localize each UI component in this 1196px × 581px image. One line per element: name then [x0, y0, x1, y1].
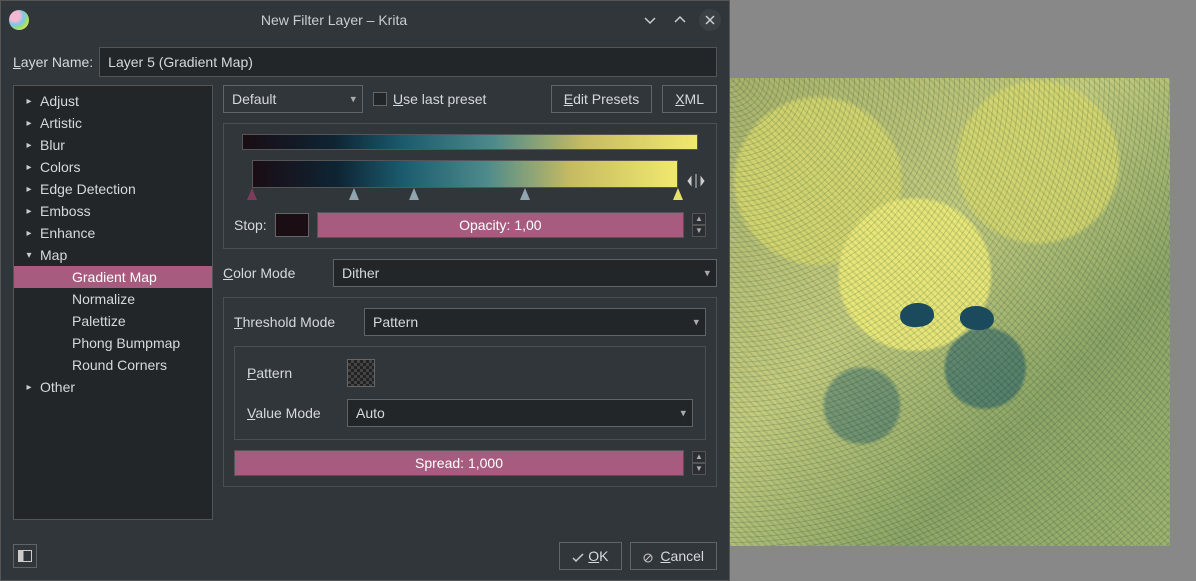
cancel-button[interactable]: Cancel: [630, 542, 717, 570]
tree-item-gradient-map[interactable]: Gradient Map: [14, 266, 212, 288]
filter-tree[interactable]: ▸ Adjust ▸ Artistic ▸ Blur ▸ Colors ▸ Edge Detect…: [13, 85, 213, 520]
stop-row: Stop: Opacity: 1,00 ▲▼: [234, 212, 706, 238]
tree-item-label: Artistic: [40, 115, 82, 131]
tree-item-label: Blur: [40, 137, 65, 153]
value-mode-label: Value Mode: [247, 405, 337, 421]
threshold-mode-label: Threshold Mode: [234, 314, 354, 330]
preset-row: Default Use last preset Edit Presets XML: [223, 85, 717, 113]
titlebar: New Filter Layer – Krita: [1, 1, 729, 39]
color-mode-combo[interactable]: Dither: [333, 259, 717, 287]
pattern-panel: Pattern Value Mode Auto: [234, 346, 706, 440]
mirror-gradient-icon[interactable]: [686, 171, 706, 191]
chevron-right-icon: ▸: [24, 228, 34, 238]
chevron-right-icon: ▸: [24, 206, 34, 216]
gradient-panel: Stop: Opacity: 1,00 ▲▼: [223, 123, 717, 249]
color-mode-label: Color Mode: [223, 265, 323, 281]
dialog-new-filter-layer: New Filter Layer – Krita Layer Name: ▸ Ad…: [0, 0, 730, 581]
tree-item-edge-detection[interactable]: ▸ Edge Detection: [14, 178, 212, 200]
preview-toggle-icon[interactable]: [13, 544, 37, 568]
tree-item-phong-bumpmap[interactable]: Phong Bumpmap: [14, 332, 212, 354]
preset-combo[interactable]: Default: [223, 85, 363, 113]
gradient-stop-editor[interactable]: [252, 160, 678, 202]
edit-presets-button[interactable]: Edit Presets: [551, 85, 652, 113]
gradient-stop-marker[interactable]: [673, 188, 683, 200]
layer-name-input[interactable]: [99, 47, 717, 77]
gradient-stop-marker[interactable]: [247, 188, 257, 200]
window-minimize-icon[interactable]: [639, 9, 661, 31]
filter-config: Default Use last preset Edit Presets XML: [223, 85, 717, 520]
opacity-slider[interactable]: Opacity: 1,00: [317, 212, 684, 238]
window-title: New Filter Layer – Krita: [37, 12, 631, 28]
threshold-mode-row: Threshold Mode Pattern: [234, 308, 706, 336]
window-maximize-icon[interactable]: [669, 9, 691, 31]
spread-row: Spread: 1,000 ▲▼: [234, 450, 706, 476]
threshold-mode-combo[interactable]: Pattern: [364, 308, 706, 336]
stop-label: Stop:: [234, 217, 267, 233]
pattern-label: Pattern: [247, 365, 337, 381]
ok-button[interactable]: OK: [559, 542, 621, 570]
layer-name-row: Layer Name:: [1, 39, 729, 85]
tree-item-adjust[interactable]: ▸ Adjust: [14, 90, 212, 112]
tree-item-label: Edge Detection: [40, 181, 136, 197]
tree-item-round-corners[interactable]: Round Corners: [14, 354, 212, 376]
tree-item-label: Adjust: [40, 93, 79, 109]
app-icon: [9, 10, 29, 30]
chevron-right-icon: ▸: [24, 96, 34, 106]
tree-item-map[interactable]: ▾ Map: [14, 244, 212, 266]
opacity-spin[interactable]: ▲▼: [692, 213, 706, 237]
tree-item-enhance[interactable]: ▸ Enhance: [14, 222, 212, 244]
value-mode-combo[interactable]: Auto: [347, 399, 693, 427]
xml-button[interactable]: XML: [662, 85, 717, 113]
tree-item-blur[interactable]: ▸ Blur: [14, 134, 212, 156]
tree-item-palettize[interactable]: Palettize: [14, 310, 212, 332]
layer-name-label: Layer Name:: [13, 54, 93, 70]
gradient-stop-marker[interactable]: [520, 188, 530, 200]
chevron-right-icon: ▸: [24, 162, 34, 172]
tree-item-label: Colors: [40, 159, 80, 175]
gradient-preview: [242, 134, 698, 150]
checkbox-box: [373, 92, 387, 106]
dialog-body: ▸ Adjust ▸ Artistic ▸ Blur ▸ Colors ▸ Edge Detect…: [1, 85, 729, 532]
pattern-swatch[interactable]: [347, 359, 375, 387]
chevron-right-icon: ▸: [24, 184, 34, 194]
tree-item-colors[interactable]: ▸ Colors: [14, 156, 212, 178]
tree-item-normalize[interactable]: Normalize: [14, 288, 212, 310]
use-last-preset-checkbox[interactable]: Use last preset: [373, 91, 486, 107]
chevron-right-icon: ▸: [24, 382, 34, 392]
chevron-right-icon: ▸: [24, 140, 34, 150]
tree-item-other[interactable]: ▸ Other: [14, 376, 212, 398]
tree-item-artistic[interactable]: ▸ Artistic: [14, 112, 212, 134]
dither-panel: Threshold Mode Pattern Pattern Value Mod…: [223, 297, 717, 487]
gradient-stop-marker[interactable]: [409, 188, 419, 200]
spread-slider[interactable]: Spread: 1,000: [234, 450, 684, 476]
tree-item-label: Emboss: [40, 203, 91, 219]
spread-spin[interactable]: ▲▼: [692, 451, 706, 475]
color-mode-row: Color Mode Dither: [223, 259, 717, 287]
window-close-icon[interactable]: [699, 9, 721, 31]
value-mode-row: Value Mode Auto: [247, 399, 693, 427]
dialog-footer: OK Cancel: [1, 532, 729, 580]
tree-item-label: Map: [40, 247, 67, 263]
chevron-right-icon: ▸: [24, 118, 34, 128]
tree-item-label: Enhance: [40, 225, 95, 241]
pattern-row: Pattern: [247, 359, 693, 387]
canvas-preview: [730, 78, 1170, 546]
stop-color-swatch[interactable]: [275, 213, 309, 237]
gradient-stop-marker[interactable]: [349, 188, 359, 200]
tree-item-emboss[interactable]: ▸ Emboss: [14, 200, 212, 222]
chevron-down-icon: ▾: [24, 250, 34, 260]
use-last-preset-label: Use last preset: [393, 91, 486, 107]
tree-item-label: Other: [40, 379, 75, 395]
